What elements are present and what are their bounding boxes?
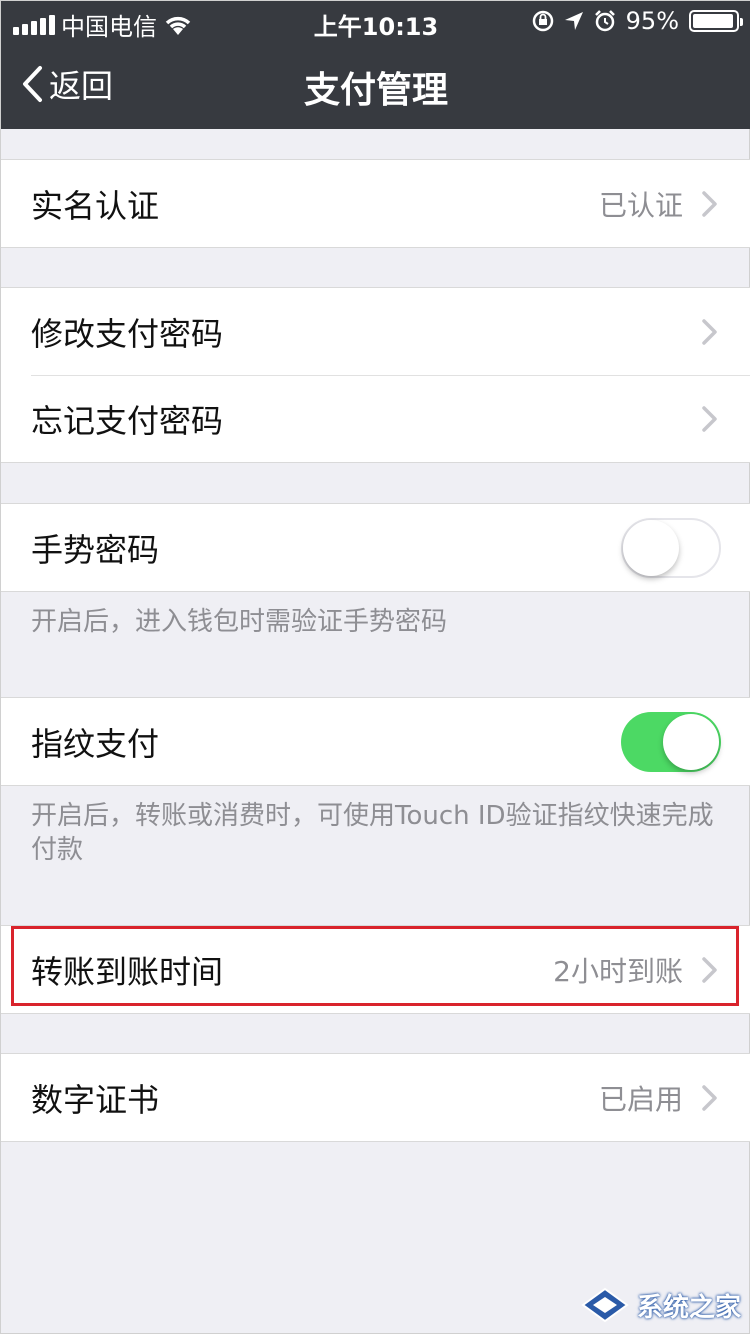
row-right: 已认证 [599, 184, 721, 224]
battery-icon [689, 10, 743, 32]
row-label: 数字证书 [31, 1080, 160, 1119]
chevron-right-icon [702, 190, 717, 217]
chevron-right-icon [702, 1084, 717, 1111]
row-right: 2小时到账 [553, 950, 721, 990]
group-verification: 实名认证 已认证 [1, 159, 750, 248]
group-transfer: 转账到账时间 2小时到账 [1, 925, 750, 1014]
toggle-knob [623, 519, 679, 576]
lock-rotation-icon [532, 10, 553, 32]
row-label: 指纹支付 [31, 724, 160, 763]
row-forgot-password[interactable]: 忘记支付密码 [1, 375, 750, 462]
row-certificate[interactable]: 数字证书 已启用 [1, 1054, 750, 1141]
battery-percent: 95% [625, 7, 679, 35]
row-real-name[interactable]: 实名认证 已认证 [1, 160, 750, 247]
status-bar: 中国电信 上午10:13 95% [1, 1, 750, 41]
row-right [621, 711, 721, 772]
row-value: 已启用 [598, 1082, 683, 1116]
row-change-password[interactable]: 修改支付密码 [1, 288, 750, 375]
row-right [621, 517, 721, 578]
screen: 中国电信 上午10:13 95% 返回 支付管理 实名认证 已认证 修改支付密码… [0, 0, 750, 1334]
gesture-note: 开启后，进入钱包时需验证手势密码 [31, 607, 448, 637]
row-right [697, 318, 721, 346]
row-label: 忘记支付密码 [31, 401, 224, 440]
row-right [697, 405, 721, 433]
row-label: 实名认证 [31, 186, 160, 225]
group-fingerprint: 指纹支付 [1, 697, 750, 786]
row-transfer-time[interactable]: 转账到账时间 2小时到账 [1, 926, 750, 1013]
group-gesture: 手势密码 [1, 503, 750, 592]
group-password: 修改支付密码 忘记支付密码 [1, 287, 750, 463]
row-label: 修改支付密码 [31, 314, 224, 353]
row-fingerprint: 指纹支付 [1, 698, 750, 785]
chevron-right-icon [702, 318, 717, 345]
row-value: 2小时到账 [553, 954, 683, 988]
battery-fill [693, 14, 733, 28]
toggle-knob [663, 713, 719, 770]
fingerprint-note: 开启后，转账或消费时，可使用Touch ID验证指纹快速完成付款 [31, 801, 714, 865]
watermark-text: 系统之家 [636, 1292, 741, 1323]
row-value: 已认证 [598, 188, 683, 222]
chevron-right-icon [702, 405, 717, 432]
status-right: 95% [532, 7, 743, 35]
row-label: 转账到账时间 [31, 952, 224, 991]
page-title: 支付管理 [303, 70, 448, 111]
nav-bar: 返回 支付管理 [1, 41, 750, 129]
group-certificate: 数字证书 已启用 [1, 1053, 750, 1142]
chevron-right-icon [702, 956, 717, 983]
watermark: 系统之家 [579, 1285, 741, 1325]
row-label: 手势密码 [31, 530, 160, 569]
row-gesture: 手势密码 [1, 504, 750, 591]
watermark-logo-icon [581, 1287, 629, 1323]
location-icon [564, 12, 583, 30]
alarm-icon [594, 10, 615, 32]
gesture-toggle[interactable] [621, 517, 721, 578]
header: 中国电信 上午10:13 95% 返回 支付管理 [1, 1, 750, 129]
row-right: 已启用 [599, 1078, 721, 1118]
fingerprint-toggle[interactable] [621, 711, 721, 772]
